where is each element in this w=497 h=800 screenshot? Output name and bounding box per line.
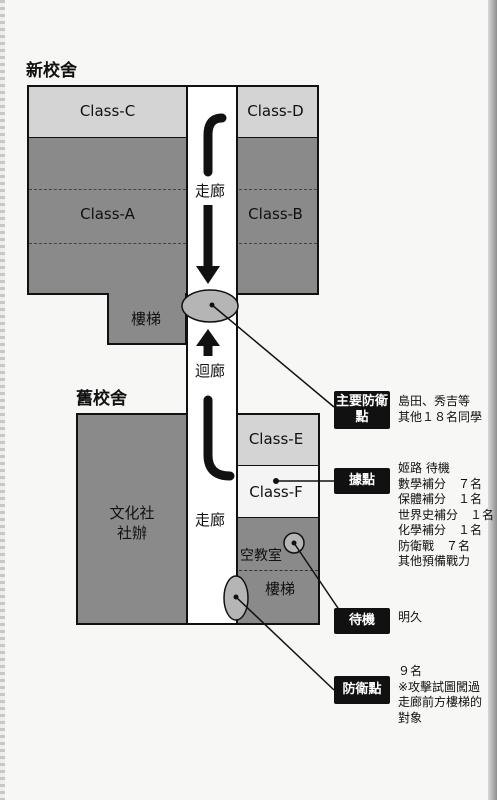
arrow-curve-icon	[203, 395, 235, 481]
main-defense-info: 島田、秀吉等 其他１８名同學	[398, 394, 483, 424]
school-floor-plan: 新校舍 Class-C Class-D Class-A Class-B 樓梯 舊…	[0, 0, 497, 800]
standby-leader	[293, 542, 345, 618]
standby-info: 明久	[398, 610, 423, 624]
callout-standby: 待機	[334, 608, 390, 634]
defense-leader	[235, 596, 335, 691]
main-defense-leader	[211, 304, 335, 408]
callout-main-defense: 主要防衛 點	[334, 391, 390, 429]
arrow-down-icon	[196, 113, 227, 284]
arrow-up-icon	[196, 329, 220, 356]
callout-defense: 防衛點	[334, 676, 390, 704]
defense-info: ９名 ※攻擊試圖闖過 走廊前方樓梯的 對象	[398, 664, 483, 725]
callout-base: 據點	[334, 468, 390, 494]
base-info: 姬路 待機 數學補分 ７名 保體補分 １名 世界史補分 １名 化學補分 １名 防…	[398, 461, 495, 568]
